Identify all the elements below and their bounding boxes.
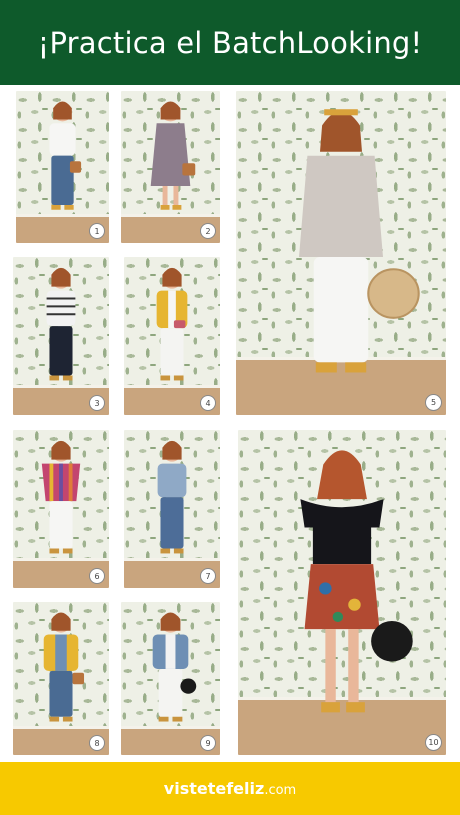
look-number-badge: 1 — [89, 223, 105, 239]
brand-domain: .com — [264, 783, 297, 798]
look-photo-1: 1 — [16, 91, 109, 243]
look-number-badge: 9 — [200, 735, 216, 751]
person-figure — [157, 440, 187, 554]
look-number-badge: 3 — [89, 395, 105, 411]
person-figure — [41, 440, 81, 554]
person-figure — [46, 267, 76, 381]
look-photo-6: 6 — [13, 430, 109, 588]
look-photo-5: 5 — [236, 91, 446, 415]
person-figure — [150, 101, 196, 210]
look-number-badge: 5 — [425, 394, 442, 411]
look-number-badge: 8 — [89, 735, 105, 751]
look-number-badge: 6 — [89, 568, 105, 584]
page-title: ¡Practica el BatchLooking! — [37, 25, 423, 60]
look-photo-3: 3 — [13, 257, 109, 415]
look-photo-9: 9 — [121, 602, 220, 755]
look-photo-8: 8 — [13, 602, 109, 755]
look-photo-2: 2 — [121, 91, 220, 243]
person-figure — [300, 450, 413, 713]
look-number-badge: 4 — [200, 395, 216, 411]
person-figure — [299, 109, 420, 373]
person-figure — [156, 267, 188, 381]
brand-link[interactable]: vistetefeliz.com — [164, 779, 296, 798]
footer-banner: vistetefeliz.com — [0, 762, 460, 815]
look-number-badge: 10 — [425, 734, 442, 751]
person-figure — [43, 612, 85, 722]
header-banner: ¡Practica el BatchLooking! — [0, 0, 460, 85]
look-photo-4: 4 — [124, 257, 220, 415]
look-photo-10: 10 — [238, 430, 446, 755]
brand-name: vistetefeliz — [163, 779, 265, 798]
look-number-badge: 2 — [200, 223, 216, 239]
person-figure — [49, 101, 82, 210]
person-figure — [152, 612, 197, 722]
look-photo-7: 7 — [124, 430, 220, 588]
look-number-badge: 7 — [200, 568, 216, 584]
